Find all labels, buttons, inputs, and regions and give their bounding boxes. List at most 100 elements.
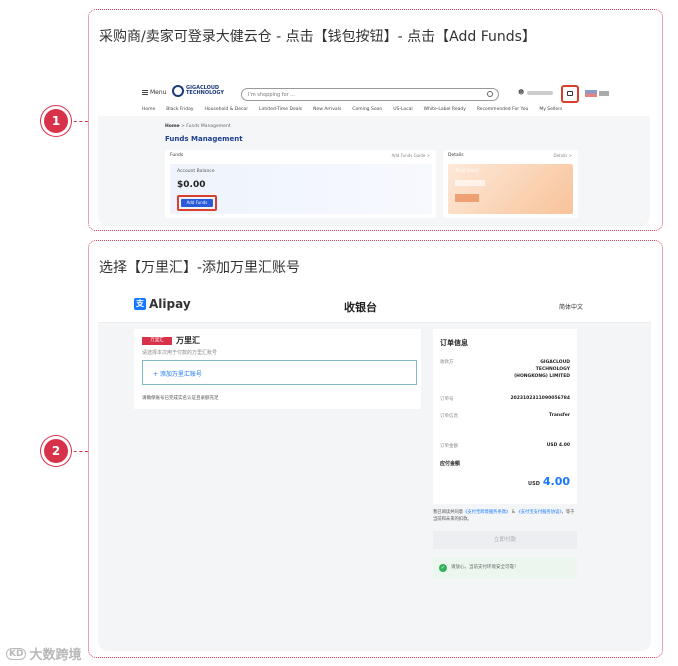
page-title: Funds Management [165,135,243,143]
nav-item[interactable]: Household & Decor [205,107,249,112]
user-account[interactable]: ☻ [518,89,554,96]
nav-item[interactable]: Recommended For You [477,107,528,112]
order-row-label: 订单信息 [440,414,458,419]
menu-button[interactable]: Menu [142,89,166,96]
pay-amount-label: 应付金额 [440,461,461,467]
order-row-label: 订单号 [440,397,454,402]
logo-text-2: TECHNOLOGY [186,90,224,96]
breadcrumb-current: Funds Management [186,124,231,129]
order-info-title: 订单信息 [440,339,468,347]
wallet-icon [567,91,573,96]
worldfirst-title: 万里汇 [176,336,200,345]
agreement-link-2[interactable]: 《支付宝支付服务协议》 [516,510,561,515]
account-note: 请确保账号已完成实名认证且录额充足 [142,396,219,401]
giga-logo[interactable]: GIGACLOUD TECHNOLOGY [172,85,224,97]
nav-item[interactable]: Black Friday [166,107,193,112]
step-1-panel: 采购商/卖家可登录大健云仓 - 点击【钱包按钮】- 点击【Add Funds】 … [88,9,663,231]
tutorial-page: 采购商/卖家可登录大健云仓 - 点击【钱包按钮】- 点击【Add Funds】 … [0,0,678,666]
order-row-label: 订单金额 [440,444,458,449]
nav-item[interactable]: Limited-Time Deals [259,107,302,112]
pay-currency: USD [528,481,540,487]
search-placeholder: I'm shopping for ... [248,92,296,98]
nav-item[interactable]: Home [142,107,155,112]
main-nav: Home Black Friday Household & Decor Limi… [142,107,562,112]
check-circle-icon: ✓ [439,564,447,572]
language-selector[interactable]: 简体中文 [559,302,583,311]
details-card: Details Details > Total Debit [443,150,578,218]
order-row-value: GIGACLOUD TECHNOLOGY (HONGKONG) LIMITED [514,360,570,379]
nav-item[interactable]: US-Local [393,107,412,112]
giga-header: Menu GIGACLOUD TECHNOLOGY I'm shopping f… [98,56,650,116]
agreement-prefix: 我已阅读并同意 [433,510,464,515]
funds-header: Funds [170,153,184,158]
user-name-blurred [527,90,554,95]
funds-card: Funds Add Funds Guide > Account Balance … [165,150,436,218]
pay-amount: USD 4.00 [528,475,570,488]
blurred-value [455,180,485,186]
order-row-value: USD 4.00 [546,443,570,448]
details-header: Details [448,153,464,158]
watermark: KD 大数跨境 [6,644,81,663]
flag-icon[interactable] [585,90,597,97]
add-funds-highlight: Add Funds [177,195,217,211]
worldfirst-desc: 请选择本次用于付款的万里汇账号 [142,350,218,356]
menu-icon [142,90,148,95]
nav-item[interactable]: White-Label Ready [424,107,466,112]
total-debit-panel: Total Debit [448,164,573,214]
add-funds-button[interactable]: Add Funds [181,199,213,207]
worldfirst-logo: 万里汇 WorldFirst [142,337,172,351]
step-1-leader [68,121,88,122]
search-icon[interactable] [487,91,493,97]
agreement-link-1[interactable]: 《支付宝跨境服务条款》 [463,510,510,515]
step-2-panel: 选择【万里汇】-添加万里汇账号 支 Alipay 收银台 简体中文 万里汇 Wo… [88,240,663,658]
breadcrumb-home[interactable]: Home [165,124,180,129]
order-row-payee: 收款方 GIGACLOUD TECHNOLOGY (HONGKONG) LIMI… [440,359,570,385]
balance-panel: Account Balance $0.00 Add Funds [170,164,432,214]
step-2-leader [68,451,88,452]
funds-guide-link[interactable]: Add Funds Guide > [392,153,430,158]
step-2-badge: 2 [44,439,68,463]
step-1-title: 采购商/卖家可登录大健云仓 - 点击【钱包按钮】- 点击【Add Funds】 [99,29,536,45]
watermark-text: 大数跨境 [29,648,82,663]
order-row-value: 2023102311090056784 [510,396,571,401]
wallet-button-highlight[interactable] [561,85,579,103]
user-icon: ☻ [518,89,525,96]
giga-cloud-screenshot: Menu GIGACLOUD TECHNOLOGY I'm shopping f… [98,56,650,226]
pay-now-button[interactable]: 立即付款 [433,531,577,549]
order-row-label: 收款方 [440,360,454,365]
step-2-title: 选择【万里汇】-添加万里汇账号 [99,260,301,276]
alipay-logo-text: Alipay [149,297,191,311]
watermark-logo-icon: KD [6,647,27,660]
account-balance-label: Account Balance [177,169,215,174]
menu-label: Menu [150,89,167,96]
cashier-title: 收银台 [344,301,377,314]
breadcrumb: Home > Funds Management [165,124,231,129]
total-debit-label: Total Debit [455,169,480,174]
order-row-amount: 订单金额 USD 4.00 [440,443,570,449]
nav-item[interactable]: Coming Soon [352,107,382,112]
add-worldfirst-account-button[interactable]: + 添加万里汇账号 [142,360,417,385]
details-link[interactable]: Details > [554,153,573,158]
worldfirst-panel: 万里汇 WorldFirst 万里汇 请选择本次用于付款的万里汇账号 + 添加万… [134,329,421,409]
alipay-screenshot: 支 Alipay 收银台 简体中文 万里汇 WorldFirst 万里汇 请选择… [98,289,651,651]
nav-item[interactable]: New Arrivals [313,107,341,112]
order-row-value: Transfer [549,413,570,418]
giga-logo-icon [172,85,184,97]
alipay-logo: 支 Alipay [134,297,191,311]
order-info-panel: 订单信息 收款方 GIGACLOUD TECHNOLOGY (HONGKONG)… [433,329,577,504]
agreement-and: & [511,510,516,515]
order-row-info: 订单信息 Transfer [440,413,570,419]
step-1-badge: 1 [44,109,68,133]
blurred-button [455,194,479,202]
account-balance-value: $0.00 [177,180,206,190]
safety-notice: ✓ 请放心，当前支付环境安全可靠！ [433,558,577,578]
order-row-number: 订单号 2023102311090056784 [440,396,570,402]
agreement-text: 我已阅读并同意《支付宝跨境服务条款》 & 《支付宝支付服务协议》，等于当前和未来… [433,509,577,523]
safety-notice-text: 请放心，当前支付环境安全可靠！ [451,565,519,570]
nav-item[interactable]: My Sellers [539,107,562,112]
alipay-logo-icon: 支 [134,298,146,310]
search-input[interactable]: I'm shopping for ... [241,88,499,101]
alipay-header: 支 Alipay 收银台 简体中文 [98,289,651,323]
cart-icon[interactable] [599,91,609,96]
pay-amount-value: 4.00 [542,475,570,488]
